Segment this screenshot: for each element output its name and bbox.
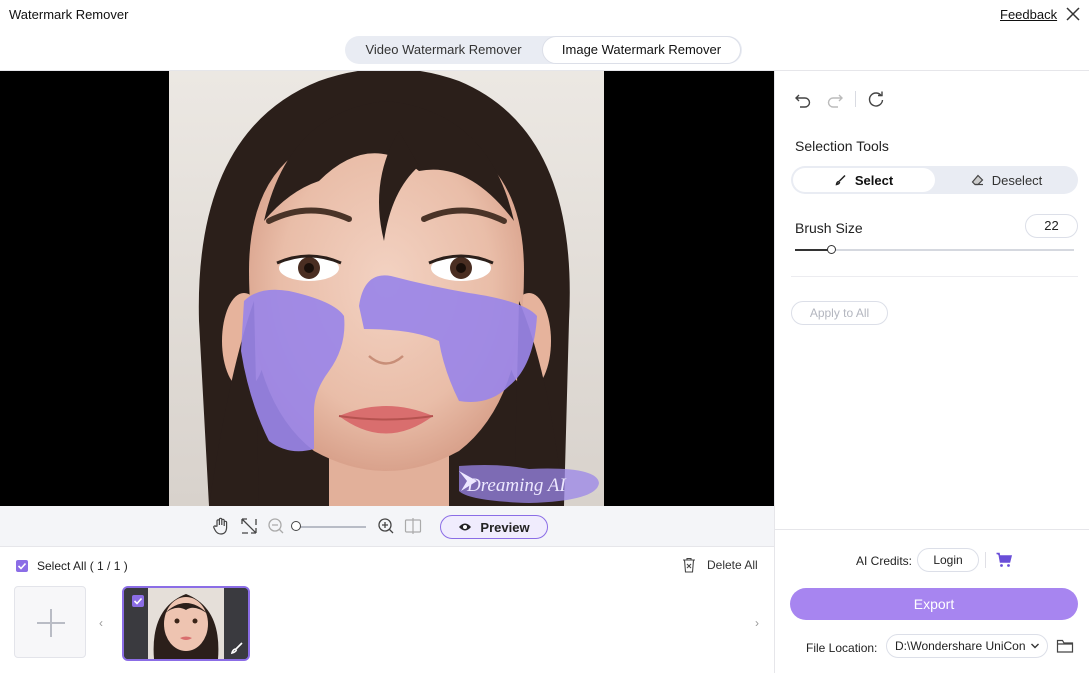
folder-icon[interactable] bbox=[1056, 638, 1074, 654]
add-image-button[interactable] bbox=[14, 586, 86, 658]
chevron-down-icon[interactable] bbox=[1030, 641, 1040, 651]
feedback-link[interactable]: Feedback bbox=[1000, 7, 1057, 22]
select-all-checkbox[interactable] bbox=[16, 560, 28, 572]
preview-button[interactable]: Preview bbox=[440, 515, 548, 539]
tab-video-watermark-remover[interactable]: Video Watermark Remover bbox=[345, 36, 542, 64]
zoom-slider-handle[interactable] bbox=[291, 521, 301, 531]
strip-divider bbox=[0, 546, 774, 547]
export-button[interactable]: Export bbox=[790, 588, 1078, 620]
brush-icon bbox=[230, 642, 243, 655]
preview-label: Preview bbox=[480, 519, 530, 535]
panel-divider bbox=[791, 276, 1078, 277]
credits-divider bbox=[985, 552, 986, 568]
image-thumbnail[interactable] bbox=[122, 586, 250, 661]
selection-tool-toggle: Select Deselect bbox=[791, 166, 1078, 194]
compare-icon[interactable] bbox=[403, 516, 423, 536]
file-location-label: File Location: bbox=[806, 641, 878, 655]
image-canvas[interactable]: Dreaming AI bbox=[0, 71, 774, 506]
zoom-in-icon[interactable] bbox=[376, 516, 396, 536]
title-bar: Watermark Remover Feedback bbox=[0, 0, 1089, 30]
deselect-tool-button[interactable]: Deselect bbox=[935, 166, 1078, 194]
ai-credits-label: AI Credits: bbox=[856, 554, 913, 568]
reset-icon[interactable] bbox=[866, 90, 886, 110]
plus-icon bbox=[37, 609, 65, 637]
eye-icon bbox=[459, 523, 472, 531]
panel-bottom-divider bbox=[775, 529, 1089, 530]
app-window: Watermark Remover Feedback Video Waterma… bbox=[0, 0, 1089, 673]
tab-image-watermark-remover[interactable]: Image Watermark Remover bbox=[542, 36, 741, 64]
strip-next-arrow[interactable]: › bbox=[755, 616, 759, 630]
trash-icon bbox=[683, 557, 695, 573]
selection-tools-title: Selection Tools bbox=[795, 138, 889, 154]
app-title: Watermark Remover bbox=[9, 7, 129, 22]
hand-icon[interactable] bbox=[211, 516, 231, 536]
brush-size-slider-track[interactable] bbox=[795, 249, 1074, 251]
brush-size-slider-handle[interactable] bbox=[827, 245, 836, 254]
check-icon bbox=[17, 562, 27, 570]
close-icon[interactable] bbox=[1064, 5, 1082, 23]
select-all-label[interactable]: Select All ( 1 / 1 ) bbox=[37, 559, 128, 573]
select-tool-button[interactable]: Select bbox=[793, 168, 935, 192]
right-panel bbox=[774, 71, 1089, 673]
undo-icon[interactable] bbox=[793, 90, 813, 110]
zoom-slider-track[interactable] bbox=[296, 526, 366, 528]
thumbnail-checkbox[interactable] bbox=[132, 595, 144, 607]
redo-icon[interactable] bbox=[825, 90, 845, 110]
file-location-select[interactable]: D:\Wondershare UniCon bbox=[886, 634, 1048, 658]
cart-icon[interactable] bbox=[995, 551, 1013, 569]
select-label: Select bbox=[854, 172, 894, 188]
brush-size-input[interactable]: 22 bbox=[1025, 214, 1078, 238]
delete-all-button[interactable]: Delete All bbox=[681, 557, 758, 573]
zoom-out-icon[interactable] bbox=[266, 516, 286, 536]
portrait-photo[interactable]: Dreaming AI bbox=[169, 71, 604, 506]
history-divider bbox=[855, 91, 856, 107]
login-button[interactable]: Login bbox=[917, 548, 979, 572]
check-icon bbox=[133, 597, 143, 605]
pencil-icon bbox=[835, 174, 846, 186]
strip-prev-arrow[interactable]: ‹ bbox=[99, 616, 103, 630]
watermark-text: Dreaming AI bbox=[466, 475, 567, 496]
brush-size-slider-fill bbox=[795, 249, 831, 251]
fit-screen-icon[interactable] bbox=[239, 516, 259, 536]
mode-tabs: Video Watermark Remover Image Watermark … bbox=[345, 36, 742, 64]
delete-all-label: Delete All bbox=[707, 558, 758, 572]
apply-to-all-button[interactable]: Apply to All bbox=[791, 301, 888, 325]
eraser-icon bbox=[971, 174, 984, 186]
brush-size-label: Brush Size bbox=[795, 220, 863, 236]
deselect-label: Deselect bbox=[991, 172, 1043, 188]
